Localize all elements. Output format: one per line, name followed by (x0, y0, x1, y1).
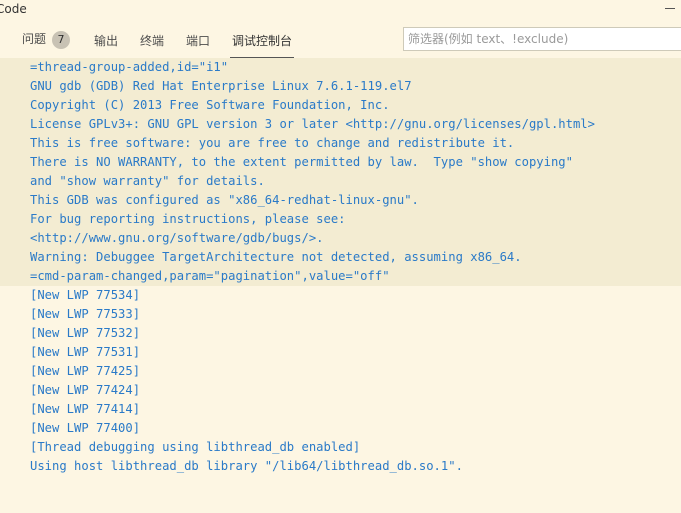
console-filter-input[interactable] (403, 27, 681, 51)
debug-console-output[interactable]: =thread-group-added,id="i1" GNU gdb (GDB)… (0, 58, 681, 513)
console-line: [New LWP 77532] (30, 326, 141, 340)
tab-ports-label: 端口 (186, 34, 211, 48)
tab-output[interactable]: 输出 (94, 32, 118, 49)
console-line: [New LWP 77424] (30, 383, 141, 397)
console-line: This is free software: you are free to c… (30, 136, 515, 150)
minimize-icon[interactable] (665, 8, 675, 9)
output-group: [New LWP 77534] [New LWP 77533] [New LWP 7… (0, 286, 681, 476)
tab-problems-label: 问题 (22, 32, 47, 46)
tab-terminal-label: 终端 (140, 34, 165, 48)
console-line: This GDB was configured as "x86_64-redha… (30, 193, 419, 207)
problems-count-badge: 7 (52, 30, 71, 49)
console-line: GNU gdb (GDB) Red Hat Enterprise Linux 7… (30, 79, 412, 93)
highlighted-output-group: =thread-group-added,id="i1" GNU gdb (GDB)… (0, 58, 681, 286)
tab-debug-console-label: 调试控制台 (232, 34, 293, 48)
window-title: Code (0, 2, 27, 16)
console-line: There is NO WARRANTY, to the extent perm… (30, 155, 573, 169)
console-line: [New LWP 77400] (30, 421, 141, 435)
console-line: [New LWP 77534] (30, 288, 141, 302)
console-line: <http://www.gnu.org/software/gdb/bugs/>. (30, 231, 324, 245)
tab-output-label: 输出 (94, 34, 119, 48)
console-line: Copyright (C) 2013 Free Software Foundat… (30, 98, 390, 112)
console-line: [New LWP 77425] (30, 364, 141, 378)
tab-debug-console[interactable]: 调试控制台 (230, 32, 295, 58)
panel-tab-bar: 问题 7 输出 终端 端口 调试控制台 (0, 20, 681, 58)
console-line: and "show warranty" for details. (30, 174, 265, 188)
console-line: [New LWP 77531] (30, 345, 141, 359)
console-line: License GPLv3+: GNU GPL version 3 or lat… (30, 117, 595, 131)
console-line: [New LWP 77533] (30, 307, 141, 321)
console-line: Using host libthread_db library "/lib64/… (30, 459, 463, 473)
title-bar: Code (0, 0, 681, 20)
console-line: Warning: Debuggee TargetArchitecture not… (30, 250, 522, 264)
console-line: =thread-group-added,id="i1" (30, 60, 229, 74)
tab-problems[interactable]: 问题 7 (22, 30, 71, 49)
console-line: =cmd-param-changed,param="pagination",va… (30, 269, 390, 283)
console-line: [Thread debugging using libthread_db ena… (30, 440, 361, 454)
console-line: [New LWP 77414] (30, 402, 141, 416)
console-line: For bug reporting instructions, please s… (30, 212, 346, 226)
tab-terminal[interactable]: 终端 (140, 32, 164, 49)
tab-ports[interactable]: 端口 (186, 32, 210, 49)
